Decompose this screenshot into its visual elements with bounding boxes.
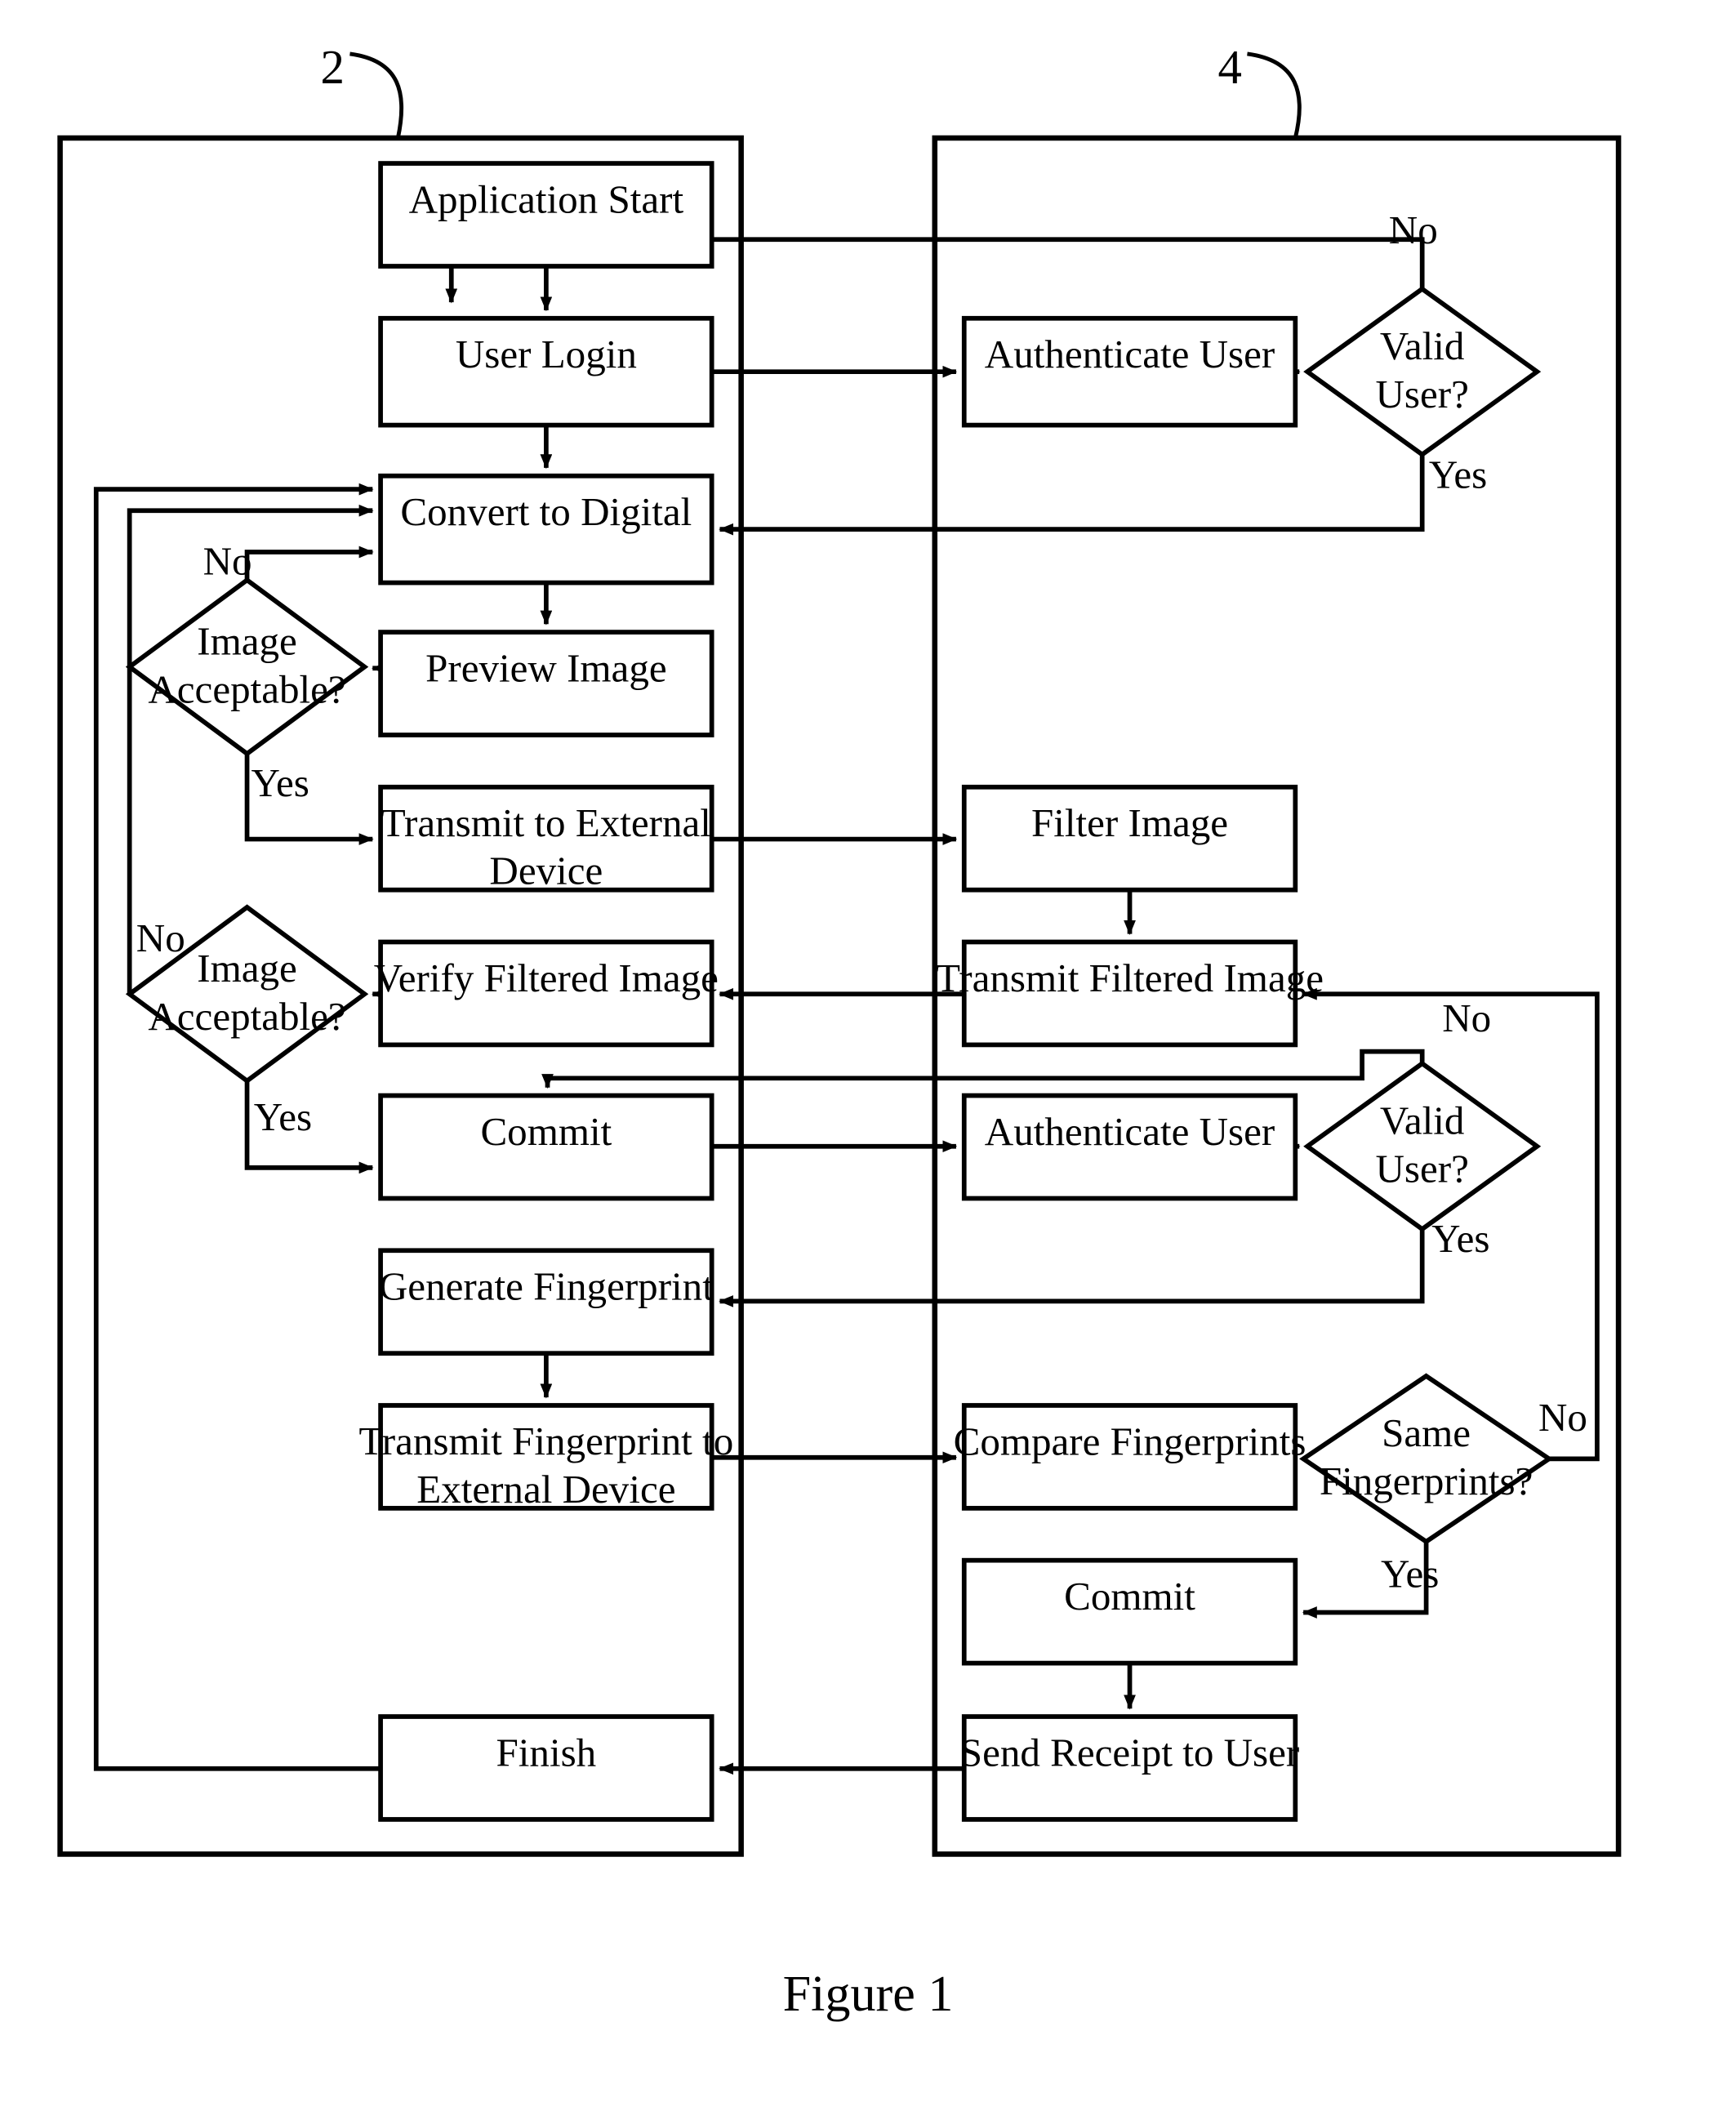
edge-label-image-acceptable-2-no: No bbox=[136, 915, 185, 960]
node-application-start[interactable]: Application Start bbox=[378, 161, 714, 269]
nodes-group: Application Start User Login Convert to Di… bbox=[125, 161, 1554, 1822]
node-transmit-fingerprint[interactable]: Transmit Fingerprint to External Device bbox=[359, 1403, 734, 1512]
edge-valid-user-1-yes-to-convert bbox=[719, 454, 1425, 536]
node-commit-local[interactable]: Commit bbox=[378, 1093, 714, 1201]
edge-label-valid-user-1-no: No bbox=[1389, 207, 1438, 252]
node-verify-filtered-image[interactable]: Verify Filtered Image bbox=[374, 939, 719, 1048]
leader-line-2 bbox=[349, 51, 404, 139]
edge-label-valid-user-2-no: No bbox=[1442, 995, 1491, 1040]
node-authenticate-user-1[interactable]: Authenticate User bbox=[961, 315, 1298, 428]
node-label-user-login: User Login bbox=[456, 332, 637, 376]
node-valid-user-2[interactable]: Valid User? bbox=[1303, 1060, 1542, 1232]
node-convert-to-digital[interactable]: Convert to Digital bbox=[378, 473, 714, 586]
reference-numerals-group: 24 bbox=[320, 41, 1241, 94]
node-valid-user-1[interactable]: Valid User? bbox=[1303, 286, 1542, 458]
node-authenticate-user-2[interactable]: Authenticate User bbox=[961, 1093, 1298, 1201]
node-label-preview-image: Preview Image bbox=[425, 645, 667, 690]
node-filter-image[interactable]: Filter Image bbox=[961, 784, 1298, 893]
node-label-send-receipt-to-user: Send Receipt to User bbox=[960, 1730, 1299, 1775]
node-transmit-to-external-device[interactable]: Transmit to External Device bbox=[378, 784, 714, 893]
node-label-filter-image: Filter Image bbox=[1031, 800, 1228, 845]
node-generate-fingerprint[interactable]: Generate Fingerprint bbox=[378, 1248, 714, 1356]
reference-leaders bbox=[349, 51, 1302, 139]
edge-valid-user-2-yes-to-generate-fingerprint bbox=[719, 1229, 1425, 1307]
reference-numeral-4: 4 bbox=[1217, 41, 1241, 94]
node-label-verify-filtered-image: Verify Filtered Image bbox=[374, 955, 719, 1000]
node-label-convert-to-digital: Convert to Digital bbox=[400, 489, 692, 534]
edge-label-image-acceptable-1-yes: Yes bbox=[251, 760, 309, 805]
node-label-compare-fingerprints: Compare Fingerprints bbox=[954, 1418, 1306, 1463]
flowchart-diagram: Application Start User Login Convert to Di… bbox=[57, 41, 1622, 2022]
node-label-generate-fingerprint: Generate Fingerprint bbox=[379, 1264, 714, 1309]
edge-label-image-acceptable-1-no: No bbox=[203, 539, 252, 584]
node-label-authenticate-user-2: Authenticate User bbox=[985, 1109, 1275, 1154]
reference-numeral-2: 2 bbox=[320, 41, 344, 94]
edge-image-acceptable-1-no-to-convert bbox=[244, 546, 374, 581]
node-user-login[interactable]: User Login bbox=[378, 315, 714, 428]
node-compare-fingerprints[interactable]: Compare Fingerprints bbox=[954, 1403, 1306, 1511]
node-label-authenticate-user-1: Authenticate User bbox=[985, 332, 1275, 376]
edge-label-same-fingerprints-yes: Yes bbox=[1381, 1551, 1439, 1596]
node-same-fingerprints[interactable]: Same Fingerprints? bbox=[1299, 1373, 1554, 1545]
figure-caption: Figure 1 bbox=[783, 1966, 954, 2022]
edge-label-same-fingerprints-no: No bbox=[1538, 1395, 1587, 1440]
edge-valid-user-2-no-to-commit-local bbox=[541, 1049, 1425, 1089]
leader-line-4 bbox=[1247, 51, 1302, 139]
edge-label-valid-user-2-yes: Yes bbox=[1431, 1216, 1489, 1261]
edge-label-image-acceptable-2-yes: Yes bbox=[254, 1094, 312, 1139]
node-transmit-filtered-image[interactable]: Transmit Filtered Image bbox=[936, 939, 1324, 1048]
figure-canvas: Application Start User Login Convert to Di… bbox=[0, 0, 1736, 2111]
node-commit-external[interactable]: Commit bbox=[961, 1557, 1298, 1666]
node-label-commit-external: Commit bbox=[1064, 1574, 1195, 1619]
node-finish[interactable]: Finish bbox=[378, 1714, 714, 1822]
node-image-acceptable-1[interactable]: Image Acceptable? bbox=[125, 577, 369, 757]
node-label-commit-local: Commit bbox=[480, 1109, 612, 1154]
node-label-application-start: Application Start bbox=[409, 176, 684, 221]
node-label-transmit-filtered-image: Transmit Filtered Image bbox=[936, 955, 1324, 1000]
node-send-receipt-to-user[interactable]: Send Receipt to User bbox=[960, 1714, 1299, 1822]
node-preview-image[interactable]: Preview Image bbox=[378, 630, 714, 737]
node-label-finish: Finish bbox=[496, 1730, 597, 1775]
edge-label-valid-user-1-yes: Yes bbox=[1429, 452, 1487, 497]
